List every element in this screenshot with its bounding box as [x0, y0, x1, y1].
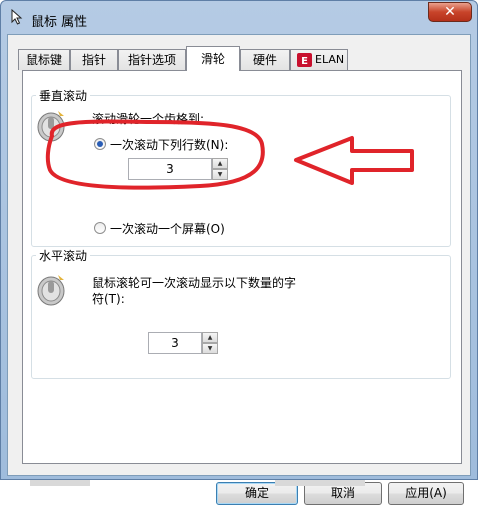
dialog-client-area: 鼠标键 指针 指针选项 滑轮 硬件 E ELAN 垂直滚动 滚动滑轮一个齿格到:… — [7, 34, 471, 505]
scroll-screen-radio[interactable] — [94, 222, 106, 234]
tab-pointers[interactable]: 指针 — [70, 49, 118, 70]
horizontal-scroll-prompt-line2: 符(T): — [92, 292, 125, 306]
window-title: 鼠标 属性 — [31, 15, 88, 30]
tab-label: 硬件 — [252, 53, 277, 67]
tab-label: 鼠标键 — [25, 53, 62, 67]
close-button[interactable]: ✕ — [428, 2, 472, 22]
horizontal-scroll-group: 水平滚动 鼠标滚轮可一次滚动显示以下数量的字 符(T): 3 ▲ ▼ — [31, 247, 451, 379]
wheel-tab-panel: 垂直滚动 滚动滑轮一个齿格到: 一次滚动下列行数(N): 3 ▲ ▼ 一次滚动一… — [22, 70, 462, 464]
svg-text:E: E — [301, 56, 308, 67]
tab-label: 滑轮 — [200, 52, 225, 66]
cropped-background-strip — [0, 478, 500, 489]
vertical-scroll-title: 垂直滚动 — [36, 87, 91, 104]
scroll-lines-label: 一次滚动下列行数(N): — [110, 138, 229, 152]
title-bar[interactable]: 鼠标 属性 ✕ — [1, 1, 479, 34]
mouse-properties-window: 鼠标 属性 ✕ 鼠标键 指针 指针选项 滑轮 硬件 E ELAN 垂直滚动 滚动… — [0, 0, 479, 505]
mouse-pointer-icon — [11, 9, 23, 25]
scroll-screen-label: 一次滚动一个屏幕(O) — [110, 222, 225, 236]
tab-hardware[interactable]: 硬件 — [240, 49, 290, 70]
tab-elan[interactable]: E ELAN — [290, 49, 348, 70]
stepper-down-icon[interactable]: ▼ — [212, 169, 228, 180]
stepper-up-icon[interactable]: ▲ — [212, 158, 228, 169]
mouse-wheel-icon — [37, 111, 65, 142]
mouse-wheel-icon — [37, 275, 65, 306]
stepper-down-icon[interactable]: ▼ — [202, 343, 218, 354]
scroll-chars-input[interactable]: 3 — [148, 332, 202, 354]
scroll-lines-input[interactable]: 3 — [128, 158, 212, 180]
vertical-scroll-group: 垂直滚动 滚动滑轮一个齿格到: 一次滚动下列行数(N): 3 ▲ ▼ 一次滚动一… — [31, 87, 451, 247]
scroll-lines-radio[interactable] — [94, 138, 106, 150]
tab-buttons[interactable]: 鼠标键 — [18, 49, 70, 70]
elan-logo-icon: E — [297, 53, 312, 67]
horizontal-scroll-prompt-line1: 鼠标滚轮可一次滚动显示以下数量的字 — [92, 276, 297, 290]
tab-label: ELAN — [315, 53, 345, 66]
tab-label: 指针选项 — [127, 53, 176, 67]
tab-label: 指针 — [81, 53, 106, 67]
close-icon: ✕ — [444, 4, 456, 20]
scroll-chars-stepper[interactable]: ▲ ▼ — [202, 332, 218, 354]
tab-pointer-options[interactable]: 指针选项 — [118, 49, 186, 70]
tab-wheel[interactable]: 滑轮 — [186, 46, 240, 71]
stepper-up-icon[interactable]: ▲ — [202, 332, 218, 343]
scroll-lines-stepper[interactable]: ▲ ▼ — [212, 158, 228, 180]
vertical-scroll-prompt: 滚动滑轮一个齿格到: — [92, 112, 205, 126]
horizontal-scroll-title: 水平滚动 — [36, 247, 91, 264]
